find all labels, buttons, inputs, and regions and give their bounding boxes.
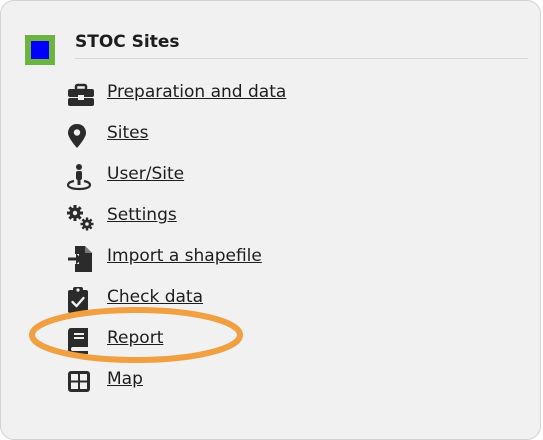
stoc-sites-panel: STOC Sites Preparation and data Sites Us…: [0, 0, 541, 440]
menu-link-user-site[interactable]: User/Site: [107, 164, 184, 184]
user-location-icon: [67, 163, 95, 191]
grid-icon: [67, 368, 95, 396]
menu-link-import-a-shapefile[interactable]: Import a shapefile: [107, 246, 262, 266]
menu-link-map[interactable]: Map: [107, 369, 143, 389]
brand-square-inner: [31, 41, 49, 59]
clipboard-check-icon: [67, 286, 95, 314]
title-divider: [75, 58, 528, 59]
brand-square-icon: [25, 35, 55, 65]
menu-link-preparation-and-data[interactable]: Preparation and data: [107, 82, 286, 102]
file-import-icon: [67, 245, 95, 273]
briefcase-icon: [67, 81, 95, 109]
gears-icon: [67, 204, 95, 232]
book-icon: [67, 327, 95, 355]
menu-link-check-data[interactable]: Check data: [107, 287, 203, 307]
panel-header: STOC Sites: [25, 32, 528, 65]
map-pin-icon: [67, 122, 95, 150]
menu-link-sites[interactable]: Sites: [107, 123, 149, 143]
panel-title: STOC Sites: [75, 32, 180, 52]
menu-link-settings[interactable]: Settings: [107, 205, 177, 225]
menu-link-report[interactable]: Report: [107, 328, 163, 348]
